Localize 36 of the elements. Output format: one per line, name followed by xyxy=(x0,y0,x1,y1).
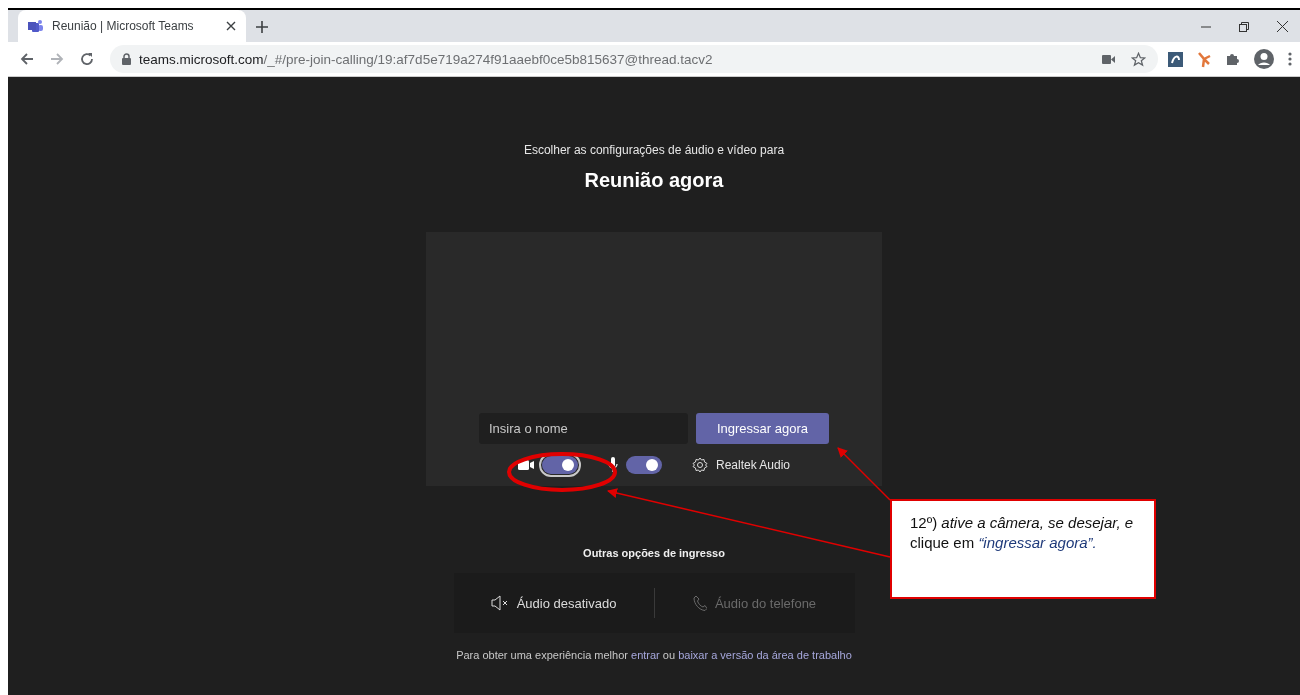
reload-icon[interactable] xyxy=(80,52,94,66)
sign-in-link[interactable]: entrar xyxy=(631,649,660,661)
extension-icon[interactable] xyxy=(1168,51,1183,67)
instruction-text: 12º) ative a câmera, se desejar, e clique em “ingressar agora”. xyxy=(910,513,1135,553)
section-heading: Outras opções de ingresso xyxy=(583,547,725,559)
close-icon[interactable] xyxy=(1277,21,1288,32)
star-icon[interactable] xyxy=(1131,51,1146,67)
url-text: teams.microsoft.com/_#/pre-join-calling/19:af7d5e719a274f91aaebf0ce5b815637@thread.tacv2 xyxy=(139,51,714,67)
toggle-switch[interactable] xyxy=(541,456,578,474)
teams-logo-icon xyxy=(28,19,44,33)
browser-tab[interactable]: Reunião | Microsoft Teams xyxy=(18,10,246,42)
toggle-switch[interactable] xyxy=(625,456,662,474)
more-icon[interactable] xyxy=(1288,52,1292,66)
restore-icon[interactable] xyxy=(1239,21,1249,32)
microphone-icon xyxy=(607,457,618,473)
address-bar[interactable]: teams.microsoft.com/_#/pre-join-calling/19:af7d5e719a274f91aaebf0ce5b815637@thread.tacv2 xyxy=(110,45,1158,73)
join-button[interactable]: Ingressar agora xyxy=(696,413,829,444)
lock-icon xyxy=(122,53,131,65)
profile-icon[interactable] xyxy=(1254,49,1274,69)
download-link[interactable]: baixar a versão da área de trabalho xyxy=(678,649,852,661)
subtitle: Escolher as configurações de áudio e vídeo para xyxy=(523,143,785,157)
camera-icon xyxy=(517,459,534,471)
asterisk-icon[interactable] xyxy=(1197,50,1212,68)
name-field[interactable]: Insira o nome xyxy=(479,413,688,444)
footer-text: Para obter uma experiência melhor entrar ou baixar a versão da área de trabalho xyxy=(456,649,852,661)
camera-icon[interactable] xyxy=(1102,54,1115,64)
join-option-button[interactable]: Áudio desativado xyxy=(453,594,654,612)
back-icon[interactable] xyxy=(20,52,34,66)
puzzle-icon[interactable] xyxy=(1226,52,1240,66)
meeting-title: Reunião agora xyxy=(584,169,724,192)
close-icon[interactable] xyxy=(226,21,236,31)
audio-device-label[interactable]: Realtek Audio xyxy=(715,458,791,472)
settings-icon[interactable] xyxy=(691,457,708,473)
new-tab-icon[interactable] xyxy=(256,21,268,33)
speaker-muted-icon xyxy=(490,595,509,611)
phone-icon xyxy=(692,595,707,611)
